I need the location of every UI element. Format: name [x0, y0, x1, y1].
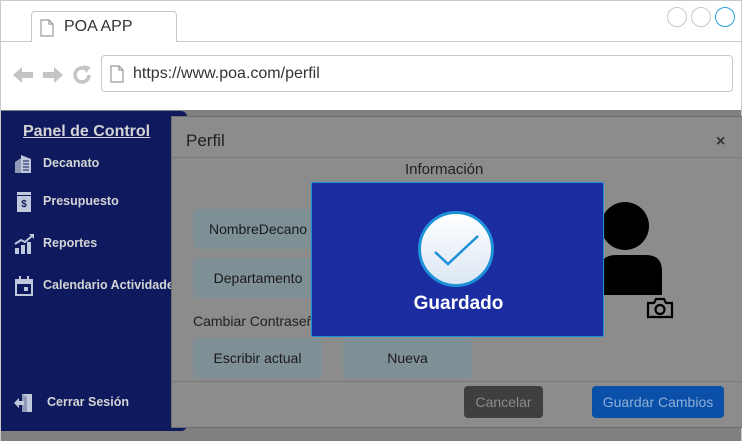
page-icon [40, 19, 54, 37]
checkmark-icon [434, 235, 479, 266]
sidebar-item-label: Decanato [43, 156, 100, 170]
sidebar-item-presupuesto[interactable]: $ Presupuesto [11, 189, 187, 215]
minimize-button[interactable] [667, 7, 687, 27]
url-text: https://www.poa.com/perfil [133, 65, 320, 82]
alert-message: Guardado [413, 293, 504, 314]
tab-title: POA APP [64, 18, 133, 35]
sidebar-item-calendario[interactable]: Calendario Actividades [11, 273, 187, 299]
logout-icon [14, 394, 32, 412]
calendar-icon [15, 276, 33, 296]
avatar[interactable] [598, 199, 672, 295]
reload-icon[interactable] [71, 64, 93, 86]
sidebar-item-label: Presupuesto [43, 194, 119, 208]
divider [172, 381, 742, 382]
logout-button[interactable]: Cerrar Sesión [11, 390, 187, 416]
forward-arrow-icon[interactable] [41, 64, 65, 86]
modal-title: Perfil [186, 131, 225, 150]
tab-bar: POA APP [1, 1, 741, 42]
logout-label: Cerrar Sesión [47, 395, 129, 409]
camera-icon[interactable] [646, 297, 674, 319]
browser-tab[interactable]: POA APP [31, 11, 177, 42]
saved-alert: Guardado [311, 182, 604, 337]
department-field[interactable]: Departamento [193, 258, 323, 298]
close-window-button[interactable] [715, 7, 735, 27]
chart-icon [14, 234, 34, 254]
sidebar-item-reportes[interactable]: Reportes [11, 231, 187, 257]
maximize-button[interactable] [691, 7, 711, 27]
section-title: Información [405, 161, 484, 178]
dean-name-field[interactable]: NombreDecano [193, 209, 323, 249]
sidebar-item-decanato[interactable]: Decanato [11, 151, 187, 177]
sidebar-title[interactable]: Panel de Control [23, 123, 150, 141]
budget-icon: $ [17, 192, 31, 212]
browser-window: POA APP https://www.poa.com/perfil Panel… [0, 0, 742, 441]
cancel-button[interactable]: Cancelar [464, 386, 543, 418]
check-circle-icon [418, 211, 494, 287]
close-icon[interactable]: × [716, 133, 725, 151]
address-bar[interactable]: https://www.poa.com/perfil [101, 55, 733, 92]
navigation-bar: https://www.poa.com/perfil [1, 42, 741, 108]
svg-text:$: $ [21, 199, 27, 210]
building-icon [15, 155, 31, 173]
sidebar: Panel de Control Decanato $ Presupuesto [1, 111, 187, 431]
save-changes-button[interactable]: Guardar Cambios [592, 386, 724, 418]
page-icon [110, 65, 124, 83]
back-arrow-icon[interactable] [11, 64, 35, 86]
sidebar-item-label: Calendario Actividades [43, 278, 181, 292]
sidebar-item-label: Reportes [43, 236, 98, 250]
divider [172, 157, 742, 158]
current-password-input[interactable]: Escribir actual [193, 338, 322, 378]
new-password-input[interactable]: Nueva [343, 338, 472, 378]
change-password-label: Cambiar Contraseña [193, 313, 323, 329]
